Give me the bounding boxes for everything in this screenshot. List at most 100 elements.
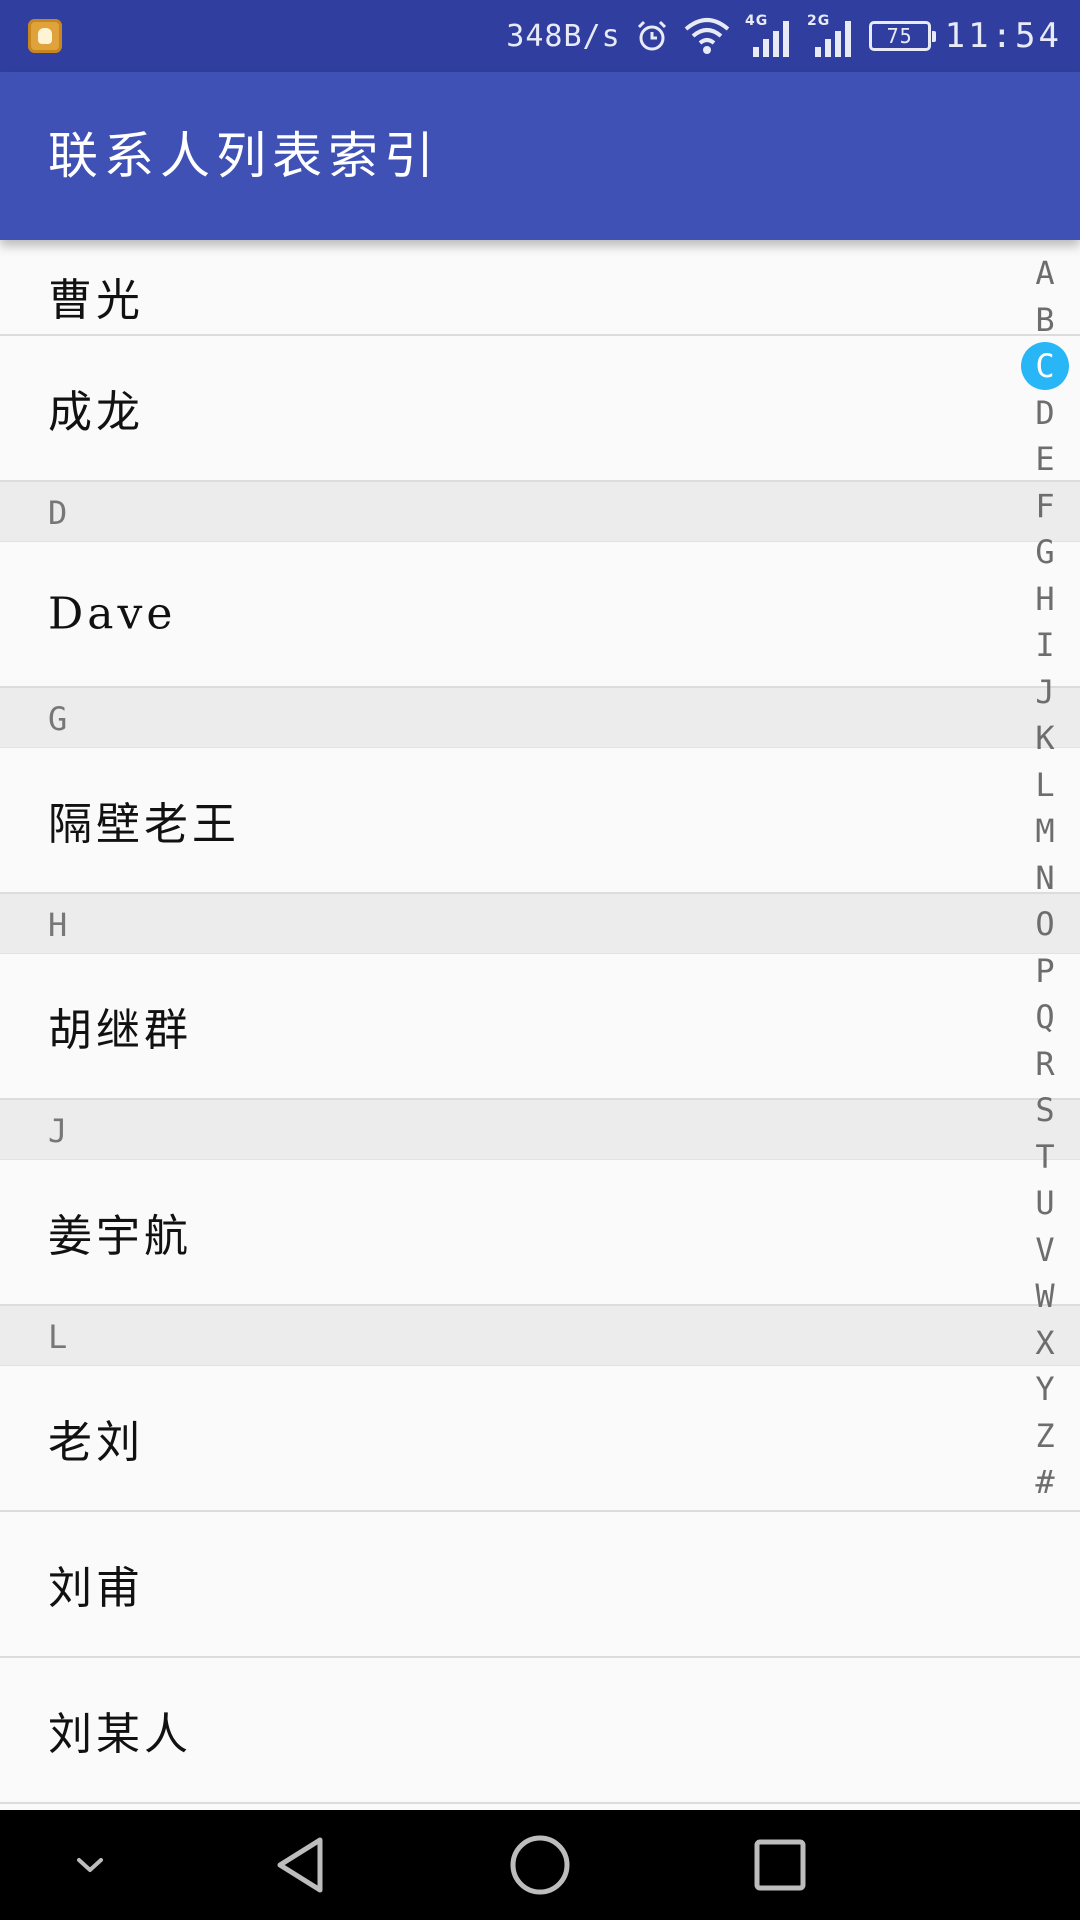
index-letter-m[interactable]: M — [1010, 806, 1080, 856]
index-letter-label: C — [1021, 342, 1069, 390]
section-letter: D — [48, 494, 68, 532]
section-letter: G — [48, 700, 68, 738]
index-letter-label: B — [1035, 300, 1055, 339]
section-letter: L — [48, 1318, 68, 1356]
index-letter-hash[interactable]: # — [1010, 1457, 1080, 1507]
index-letter-label: I — [1035, 626, 1055, 664]
index-letter-f[interactable]: F — [1010, 481, 1080, 531]
index-letter-label: M — [1035, 812, 1055, 850]
index-letter-c[interactable]: C — [1010, 341, 1080, 391]
index-letter-o[interactable]: O — [1010, 899, 1080, 949]
index-letter-k[interactable]: K — [1010, 713, 1080, 763]
navigation-bar — [0, 1810, 1080, 1920]
contact-row[interactable]: 胡继群 — [0, 954, 1080, 1100]
index-letter-label: Q — [1035, 998, 1055, 1036]
contact-name: Dave — [48, 588, 177, 640]
index-letter-s[interactable]: S — [1010, 1085, 1080, 1135]
index-letter-label: H — [1035, 579, 1055, 618]
contact-name: 成龙 — [48, 387, 144, 438]
index-letter-t[interactable]: T — [1010, 1132, 1080, 1182]
index-letter-b[interactable]: B — [1010, 295, 1080, 345]
index-letter-label: # — [1035, 1463, 1055, 1501]
contact-row[interactable]: 成龙 — [0, 336, 1080, 482]
hide-nav-button[interactable] — [40, 1810, 140, 1920]
contact-row[interactable]: 刘甫 — [0, 1512, 1080, 1658]
index-letter-label: Z — [1035, 1416, 1055, 1455]
battery-level: 75 — [886, 24, 913, 48]
index-letter-u[interactable]: U — [1010, 1178, 1080, 1228]
index-letter-label: O — [1035, 905, 1055, 943]
index-letter-label: D — [1035, 393, 1055, 432]
section-header: G — [0, 688, 1080, 748]
index-letter-e[interactable]: E — [1010, 434, 1080, 484]
recents-square-icon — [753, 1838, 807, 1892]
index-letter-z[interactable]: Z — [1010, 1411, 1080, 1461]
status-indicators: 348B/s 4G 2G 75 11:54 — [506, 0, 1062, 72]
network-label-4g: 4G — [745, 13, 768, 29]
index-letter-j[interactable]: J — [1010, 667, 1080, 717]
section-letter: H — [48, 906, 68, 944]
back-triangle-icon — [272, 1835, 328, 1895]
index-letter-v[interactable]: V — [1010, 1225, 1080, 1275]
contact-row[interactable]: Dave — [0, 542, 1080, 688]
contact-row[interactable]: 曹光 — [0, 240, 1080, 336]
home-circle-icon — [509, 1834, 571, 1896]
clock: 11:54 — [944, 16, 1062, 56]
index-letter-x[interactable]: X — [1010, 1318, 1080, 1368]
index-letter-label: E — [1035, 440, 1055, 478]
index-letter-label: X — [1035, 1323, 1055, 1362]
index-letter-label: P — [1035, 951, 1055, 990]
contact-row[interactable]: 隔壁老王 — [0, 748, 1080, 894]
section-header: J — [0, 1100, 1080, 1160]
page-title: 联系人列表索引 — [48, 127, 440, 185]
section-header: L — [0, 1306, 1080, 1366]
index-letter-label: U — [1035, 1184, 1055, 1222]
section-header: D — [0, 482, 1080, 542]
back-button[interactable] — [250, 1810, 350, 1920]
index-letter-r[interactable]: R — [1010, 1039, 1080, 1089]
index-letter-label: T — [1035, 1137, 1055, 1176]
battery-icon: 75 — [868, 21, 936, 51]
index-letter-label: J — [1035, 672, 1055, 711]
app-bar: 联系人列表索引 — [0, 72, 1080, 240]
section-letter: J — [48, 1112, 68, 1150]
index-letter-label: G — [1035, 533, 1055, 571]
index-letter-label: K — [1035, 719, 1055, 757]
contact-row[interactable]: 姜宇航 — [0, 1160, 1080, 1306]
home-button[interactable] — [490, 1810, 590, 1920]
index-letter-q[interactable]: Q — [1010, 992, 1080, 1042]
cellular-4g-icon: 4G — [745, 13, 793, 59]
index-letter-g[interactable]: G — [1010, 527, 1080, 577]
index-letter-label: N — [1035, 858, 1055, 897]
index-letter-d[interactable]: D — [1010, 388, 1080, 438]
index-letter-a[interactable]: A — [1010, 248, 1080, 298]
wifi-icon — [683, 17, 731, 55]
contact-name: 隔壁老王 — [48, 799, 240, 850]
index-letter-l[interactable]: L — [1010, 760, 1080, 810]
index-letter-p[interactable]: P — [1010, 946, 1080, 996]
network-label-2g: 2G — [807, 13, 830, 29]
chevron-down-icon — [73, 1855, 107, 1875]
index-letter-y[interactable]: Y — [1010, 1364, 1080, 1414]
net-speed: 348B/s — [506, 18, 621, 54]
contact-name: 老刘 — [48, 1417, 144, 1468]
index-letter-i[interactable]: I — [1010, 620, 1080, 670]
index-letter-w[interactable]: W — [1010, 1271, 1080, 1321]
recents-button[interactable] — [730, 1810, 830, 1920]
alarm-icon — [635, 19, 669, 53]
index-letter-label: R — [1035, 1044, 1055, 1083]
contact-name: 胡继群 — [48, 1005, 192, 1056]
contact-row[interactable]: 刘某人 — [0, 1658, 1080, 1804]
alphabet-index-bar[interactable]: A B C D E F G H I J K L M N O P Q R S T U V W X Y Z # — [1010, 248, 1080, 1778]
screen: 348B/s 4G 2G 75 11:54 联系人列表索引 曹光 成龙 D Da… — [0, 0, 1080, 1920]
index-letter-h[interactable]: H — [1010, 574, 1080, 624]
index-letter-label: W — [1035, 1277, 1055, 1315]
index-letter-label: L — [1035, 765, 1055, 804]
index-letter-label: A — [1035, 254, 1055, 292]
contact-list[interactable]: 曹光成龙 D Dave G 隔壁老王 H 胡继群 J 姜宇航 L 老刘刘甫 刘某人 — [0, 240, 1080, 1810]
index-letter-label: F — [1035, 486, 1055, 525]
contact-name: 姜宇航 — [48, 1211, 192, 1262]
index-letter-n[interactable]: N — [1010, 853, 1080, 903]
contact-name: 曹光 — [48, 275, 144, 326]
contact-row[interactable]: 老刘 — [0, 1366, 1080, 1512]
